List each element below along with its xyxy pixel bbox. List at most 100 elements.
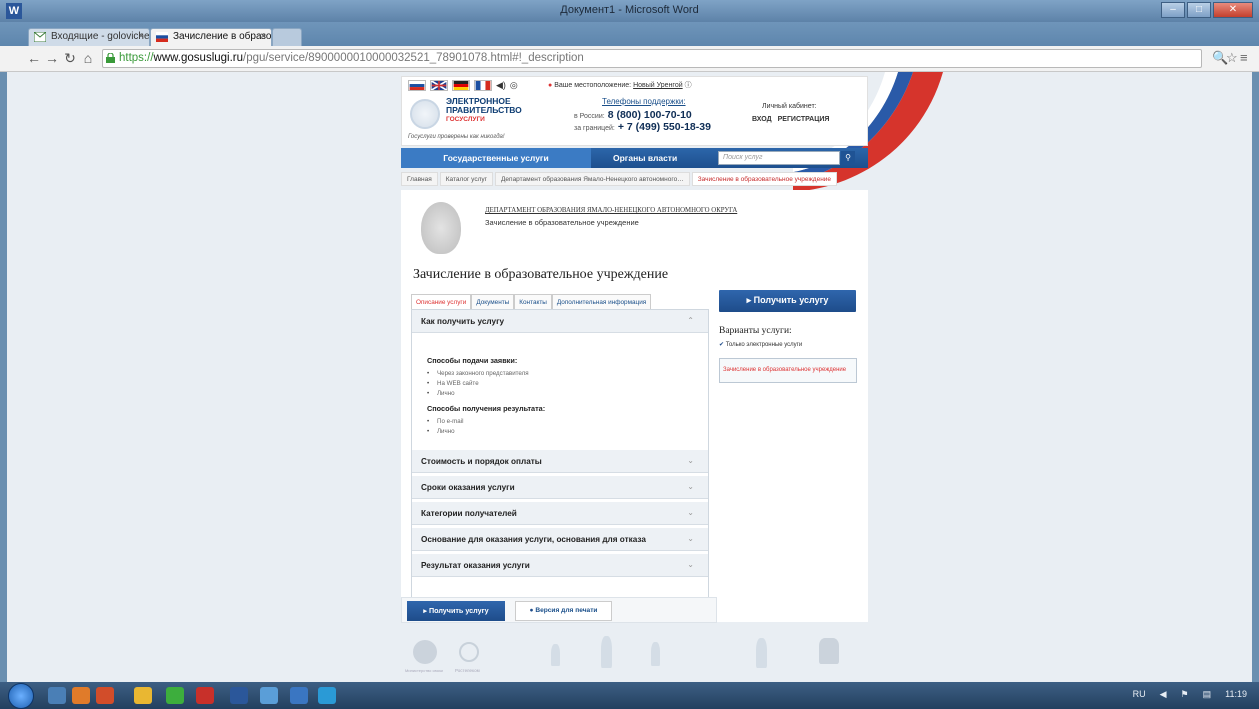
address-bar[interactable]: https://www.gosuslugi.ru/pgu/service/890… bbox=[102, 49, 1202, 68]
support-ru-number: 8 (800) 100-70-10 bbox=[607, 109, 692, 121]
tab-gosuslugi[interactable]: Зачисление в образоват… × bbox=[150, 28, 272, 46]
window-title: Документ1 - Microsoft Word bbox=[560, 4, 699, 16]
silhouette-decoration bbox=[651, 642, 660, 666]
department-name[interactable]: ДЕПАРТАМЕНТ ОБРАЗОВАНИЯ ЯМАЛО-НЕНЕЦКОГО … bbox=[485, 207, 737, 214]
breadcrumb-catalog[interactable]: Каталог услуг bbox=[439, 172, 494, 186]
variant-item[interactable]: Зачисление в образовательное учреждение bbox=[719, 358, 857, 383]
tab-additional-info[interactable]: Дополнительная информация bbox=[551, 294, 652, 310]
nav-services[interactable]: Государственные услуги bbox=[401, 148, 591, 168]
accordion-recipients[interactable]: Категории получателей ⌄ bbox=[412, 502, 708, 525]
get-service-button[interactable]: ▸ Получить услугу bbox=[719, 290, 856, 312]
word-taskbar-icon[interactable] bbox=[230, 687, 248, 704]
location-city[interactable]: Новый Уренгой bbox=[633, 82, 683, 89]
accessibility-icon[interactable]: ◎ bbox=[510, 80, 518, 91]
reload-icon[interactable]: ↻ bbox=[62, 50, 78, 67]
accordion-cost[interactable]: Стоимость и порядок оплаты ⌄ bbox=[412, 450, 708, 473]
accordion-grounds[interactable]: Основание для оказания услуги, основания… bbox=[412, 528, 708, 551]
print-version-button[interactable]: ● Версия для печати bbox=[515, 601, 612, 621]
accordion-terms[interactable]: Сроки оказания услуги ⌄ bbox=[412, 476, 708, 499]
login-button[interactable]: ВХОД bbox=[752, 116, 772, 123]
clock[interactable]: 11:19 bbox=[1225, 689, 1247, 700]
chevron-down-icon: ⌄ bbox=[687, 534, 694, 543]
flag-icon[interactable]: ⚑ bbox=[1181, 689, 1189, 700]
flag-uk-icon[interactable] bbox=[430, 80, 448, 91]
register-button[interactable]: РЕГИСТРАЦИЯ bbox=[778, 116, 830, 123]
service-card: ДЕПАРТАМЕНТ ОБРАЗОВАНИЯ ЯМАЛО-НЕНЕЦКОГО … bbox=[401, 190, 868, 622]
language-indicator[interactable]: RU bbox=[1133, 689, 1146, 700]
app-taskbar-icon[interactable] bbox=[290, 687, 308, 704]
forward-icon[interactable]: → bbox=[44, 50, 60, 66]
list-item: Лично bbox=[427, 427, 708, 437]
page-viewport: ◀) ◎ ● Ваше местоположение: Новый Уренго… bbox=[7, 72, 1252, 682]
chrome-taskbar-icon[interactable] bbox=[134, 687, 152, 704]
firefox-taskbar-icon[interactable] bbox=[72, 687, 90, 704]
pdf-taskbar-icon[interactable] bbox=[196, 687, 214, 704]
maximize-button[interactable]: □ bbox=[1187, 2, 1211, 18]
search-icon[interactable]: ⚲ bbox=[841, 151, 855, 165]
logo-line3: ГОСУСЛУГИ bbox=[446, 116, 485, 123]
window-titlebar: W Документ1 - Microsoft Word – □ ✕ bbox=[0, 0, 1259, 22]
main-nav: Государственные услуги Органы власти Пои… bbox=[401, 148, 868, 168]
search-input[interactable]: Поиск услуг bbox=[718, 151, 840, 165]
only-electronic-checkbox[interactable]: ✔ Только электронные услуги bbox=[719, 341, 861, 348]
breadcrumb: Главная Каталог услуг Департамент образо… bbox=[401, 172, 838, 186]
app-taskbar-icon[interactable] bbox=[166, 687, 184, 704]
menu-icon[interactable]: ≡ bbox=[1240, 50, 1248, 65]
back-icon[interactable]: ← bbox=[26, 50, 42, 66]
breadcrumb-home[interactable]: Главная bbox=[401, 172, 438, 186]
pin-icon: ● bbox=[548, 82, 553, 89]
breadcrumb-department[interactable]: Департамент образования Ямало-Ненецкого … bbox=[495, 172, 690, 186]
get-service-button-bottom[interactable]: ▸ Получить услугу bbox=[407, 601, 505, 621]
app-taskbar-icon[interactable] bbox=[96, 687, 114, 704]
print-icon: ● bbox=[529, 607, 534, 614]
tab-description[interactable]: Описание услуги bbox=[411, 294, 472, 310]
accordion-result[interactable]: Результат оказания услуги ⌄ bbox=[412, 554, 708, 577]
logo-text[interactable]: ЭЛЕКТРОННОЕ ПРАВИТЕЛЬСТВО ГОСУСЛУГИ bbox=[446, 97, 522, 124]
result-methods-title: Способы получения результата: bbox=[427, 404, 546, 413]
chevron-down-icon: ⌄ bbox=[687, 456, 694, 465]
tab-label: Входящие - golovicherg… bbox=[51, 31, 150, 42]
new-tab-button[interactable] bbox=[272, 28, 302, 46]
accordion-title: Категории получателей bbox=[421, 509, 517, 518]
tab-close-icon[interactable]: × bbox=[260, 31, 266, 42]
accordion-how-to-get[interactable]: Как получить услугу ⌃ bbox=[412, 310, 708, 333]
nav-authorities[interactable]: Органы власти bbox=[613, 153, 677, 163]
skype-taskbar-icon[interactable] bbox=[318, 687, 336, 704]
submit-methods-list: Через законного представителя На WEB сай… bbox=[427, 369, 708, 399]
tab-inbox[interactable]: Входящие - golovicherg… × bbox=[28, 28, 150, 46]
list-item: Лично bbox=[427, 389, 708, 399]
close-button[interactable]: ✕ bbox=[1213, 2, 1253, 18]
result-methods-list: По e-mail Лично bbox=[427, 417, 708, 437]
start-button[interactable] bbox=[8, 683, 34, 709]
yanao-emblem-icon[interactable] bbox=[819, 638, 839, 664]
tab-contacts[interactable]: Контакты bbox=[514, 294, 552, 310]
minimize-button[interactable]: – bbox=[1161, 2, 1185, 18]
tab-close-icon[interactable]: × bbox=[138, 31, 144, 42]
rostelecom-label: Ростелеком bbox=[455, 668, 480, 673]
submit-methods-title: Способы подачи заявки: bbox=[427, 356, 518, 365]
ministry-emblem-icon[interactable] bbox=[413, 640, 437, 664]
flag-ru-icon[interactable] bbox=[408, 80, 426, 91]
explorer-taskbar-icon[interactable] bbox=[48, 687, 66, 704]
accordion-body: Способы подачи заявки: Через законного п… bbox=[412, 334, 708, 450]
support-title[interactable]: Телефоны поддержки: bbox=[602, 97, 711, 106]
os-taskbar: RU ◀ ⚑ ▤ 11:19 bbox=[0, 682, 1259, 709]
flag-fr-icon[interactable] bbox=[474, 80, 492, 91]
home-icon[interactable]: ⌂ bbox=[80, 50, 96, 66]
help-icon[interactable]: ⓘ bbox=[685, 82, 692, 89]
network-icon[interactable]: ▤ bbox=[1203, 689, 1212, 700]
language-bar: ◀) ◎ bbox=[408, 80, 518, 91]
gov-logo-icon[interactable] bbox=[410, 99, 440, 129]
app-taskbar-icon[interactable] bbox=[260, 687, 278, 704]
support-ru-label: в России: bbox=[574, 113, 605, 120]
sound-icon[interactable]: ◀) bbox=[496, 80, 506, 91]
tab-documents[interactable]: Документы bbox=[471, 294, 515, 310]
location-label: Ваше местоположение: bbox=[554, 82, 632, 89]
footer: Министерство связи Ростелеком bbox=[401, 630, 868, 682]
volume-icon[interactable]: ◀ bbox=[1160, 689, 1167, 700]
silhouette-decoration bbox=[601, 636, 612, 668]
url-path: /pgu/service/8900000010000032521_7890107… bbox=[243, 52, 584, 64]
rostelecom-logo-icon[interactable] bbox=[459, 642, 479, 662]
bookmark-star-icon[interactable]: ☆ bbox=[1226, 50, 1238, 66]
flag-de-icon[interactable] bbox=[452, 80, 470, 91]
